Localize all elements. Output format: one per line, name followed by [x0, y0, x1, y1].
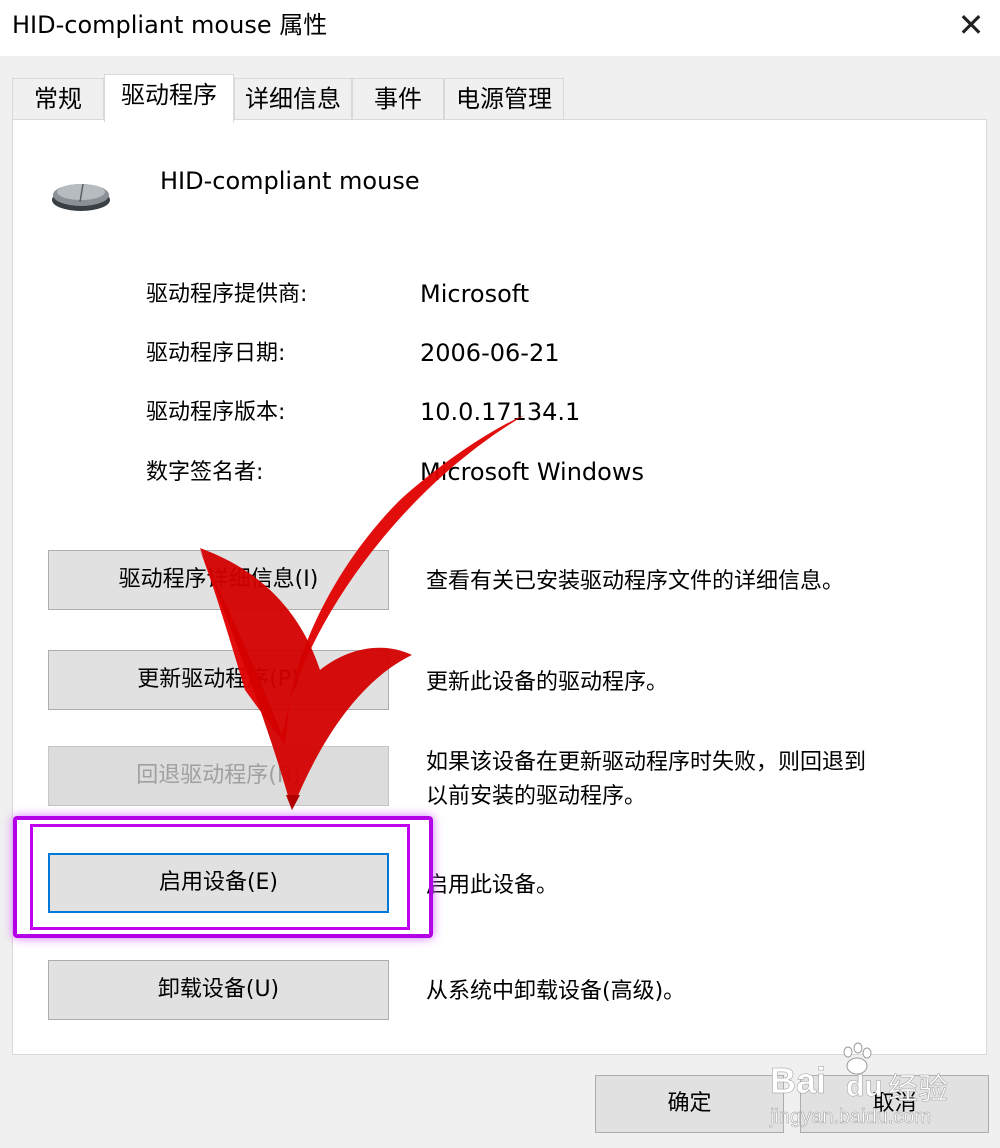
driver-date-value: 2006-06-21	[420, 339, 560, 367]
enable-device-description: 启用此设备。	[426, 873, 559, 898]
uninstall-device-button[interactable]: 卸载设备(U)	[48, 960, 389, 1020]
cancel-button[interactable]: 取消	[800, 1075, 989, 1133]
tab-events[interactable]: 事件	[352, 78, 444, 120]
roll-back-driver-description-line2: 以前安装的驱动程序。	[426, 784, 647, 809]
driver-version-value: 10.0.17134.1	[420, 398, 581, 426]
roll-back-driver-button[interactable]: 回退驱动程序(R)	[48, 746, 389, 806]
update-driver-description: 更新此设备的驱动程序。	[426, 670, 669, 695]
update-driver-button[interactable]: 更新驱动程序(P)	[48, 650, 389, 710]
uninstall-device-description: 从系统中卸载设备(高级)。	[426, 979, 686, 1004]
driver-details-button[interactable]: 驱动程序详细信息(I)	[48, 550, 389, 610]
digital-signer-label: 数字签名者:	[146, 460, 264, 485]
tab-driver[interactable]: 驱动程序	[104, 74, 234, 122]
digital-signer-value: Microsoft Windows	[420, 458, 644, 486]
driver-provider-value: Microsoft	[420, 280, 530, 308]
driver-version-label: 驱动程序版本:	[146, 400, 286, 425]
tab-general[interactable]: 常规	[12, 78, 104, 120]
driver-provider-label: 驱动程序提供商:	[146, 282, 308, 307]
ok-button[interactable]: 确定	[595, 1075, 784, 1133]
title-bar: HID-compliant mouse 属性 ✕	[0, 0, 1000, 56]
tab-power-management[interactable]: 电源管理	[444, 78, 564, 120]
mouse-icon	[52, 183, 110, 211]
device-name: HID-compliant mouse	[160, 167, 420, 195]
window-title: HID-compliant mouse 属性	[12, 11, 328, 39]
driver-date-label: 驱动程序日期:	[146, 341, 286, 366]
enable-device-button[interactable]: 启用设备(E)	[48, 853, 389, 913]
driver-details-description: 查看有关已安装驱动程序文件的详细信息。	[426, 569, 845, 594]
tab-details[interactable]: 详细信息	[234, 78, 352, 120]
close-icon[interactable]: ✕	[948, 4, 994, 48]
roll-back-driver-description-line1: 如果该设备在更新驱动程序时失败，则回退到	[426, 750, 867, 775]
